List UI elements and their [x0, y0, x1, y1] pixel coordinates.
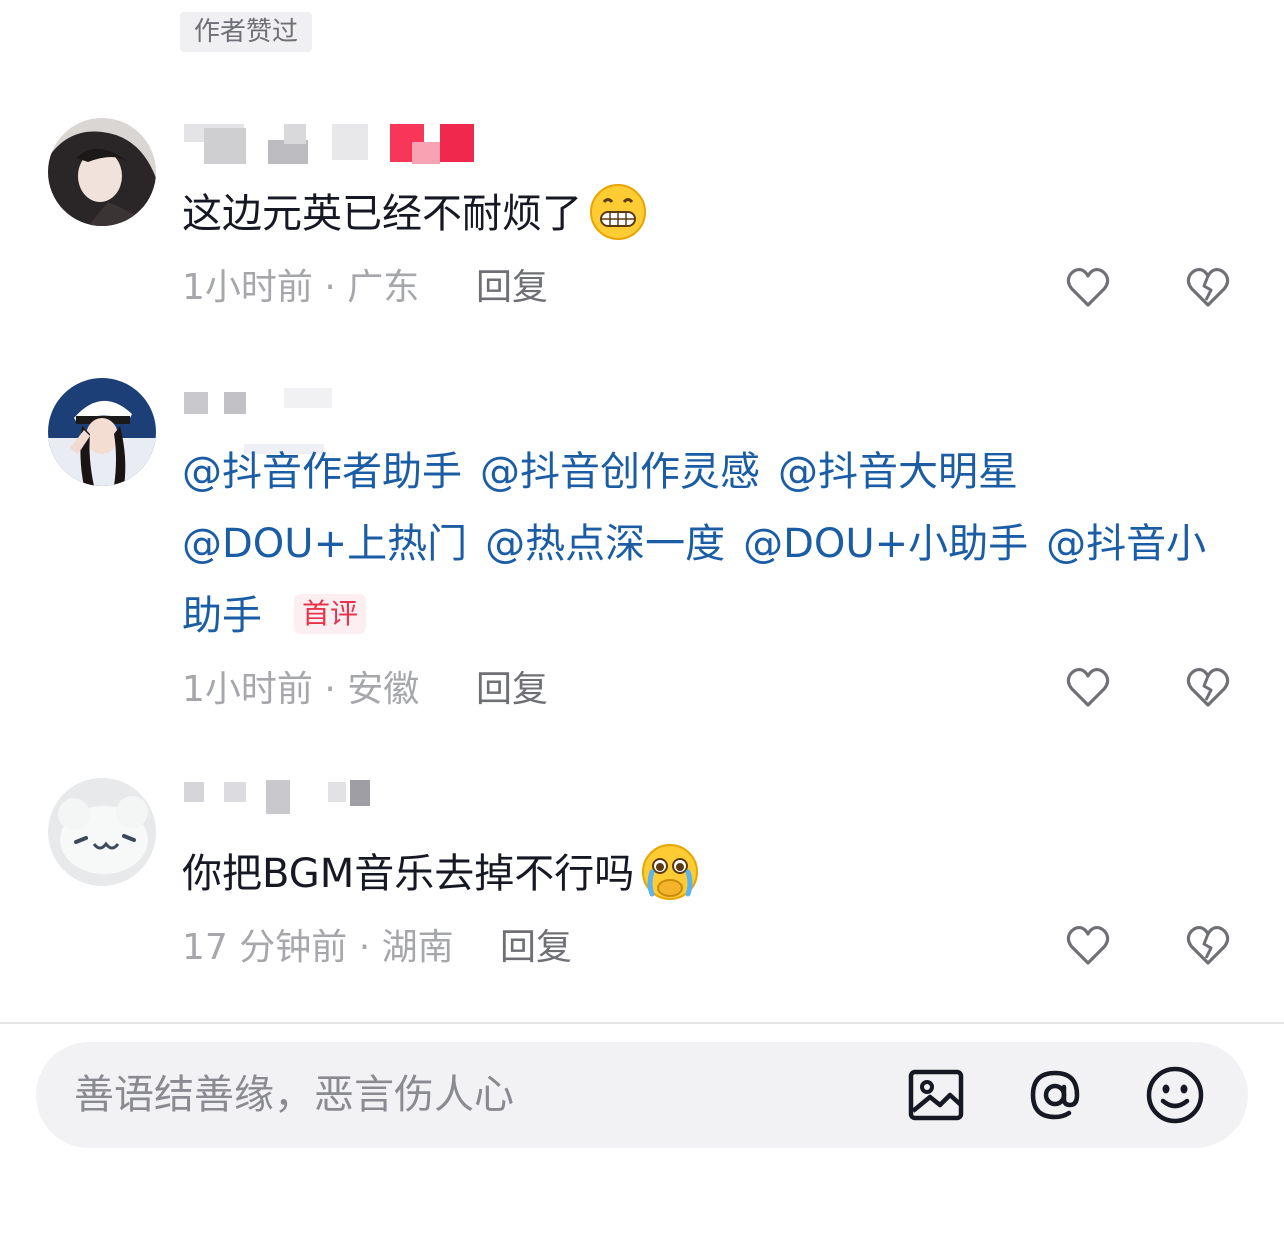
avatar[interactable] — [48, 378, 156, 486]
heart-icon[interactable] — [1064, 264, 1112, 312]
divider — [0, 1022, 1284, 1024]
broken-heart-icon[interactable] — [1184, 264, 1232, 312]
mention-link[interactable]: @抖音大明星 — [778, 449, 1018, 495]
mention-link[interactable]: @抖音作者助手 — [182, 449, 462, 495]
reply-button[interactable]: 回复 — [476, 264, 548, 312]
author-liked-tag: 作者赞过 — [180, 12, 313, 52]
emoji-icon[interactable] — [1145, 1065, 1205, 1125]
heart-icon[interactable] — [1064, 664, 1112, 712]
username-blurred[interactable] — [184, 124, 484, 170]
first-comment-badge: 首评 — [294, 594, 367, 634]
comment-input-bar[interactable]: 善语结善缘，恶言伤人心 — [36, 1042, 1248, 1148]
heart-icon[interactable] — [1064, 922, 1112, 970]
comment-content: 这边元英已经不耐烦了 — [182, 191, 582, 237]
avatar[interactable] — [48, 778, 156, 886]
username-blurred[interactable] — [184, 388, 484, 454]
username-blurred[interactable] — [184, 780, 484, 826]
comment-meta: 17 分钟前 · 湖南 — [182, 927, 454, 968]
broken-heart-icon[interactable] — [1184, 922, 1232, 970]
reply-button[interactable]: 回复 — [476, 666, 548, 714]
mention-link[interactable]: @DOU+小助手 — [743, 521, 1028, 567]
comment-meta: 1小时前 · 安徽 — [182, 669, 420, 710]
comment-meta: 1小时前 · 广东 — [182, 267, 420, 308]
crying-face-emoji-icon — [640, 842, 700, 902]
comment-text: @抖音作者助手 @抖音创作灵感 @抖音大明星 @DOU+上热门 @热点深一度 @DOU+小… — [182, 436, 1242, 652]
broken-heart-icon[interactable] — [1184, 664, 1232, 712]
comment-input-placeholder[interactable]: 善语结善缘，恶言伤人心 — [74, 1068, 514, 1122]
mention-link[interactable]: @DOU+上热门 — [182, 521, 467, 567]
comment-text: 你把BGM音乐去掉不行吗 — [182, 838, 1242, 910]
mention-link[interactable]: @热点深一度 — [485, 521, 725, 567]
reply-button[interactable]: 回复 — [500, 924, 572, 972]
grinning-face-emoji-icon — [588, 182, 648, 242]
mention-link[interactable]: @抖音创作灵感 — [480, 449, 760, 495]
at-icon[interactable] — [1025, 1065, 1085, 1125]
comment-content: 你把BGM音乐去掉不行吗 — [182, 851, 635, 897]
image-icon[interactable] — [906, 1065, 966, 1125]
avatar[interactable] — [48, 118, 156, 226]
comment-text: 这边元英已经不耐烦了 — [182, 178, 1242, 250]
